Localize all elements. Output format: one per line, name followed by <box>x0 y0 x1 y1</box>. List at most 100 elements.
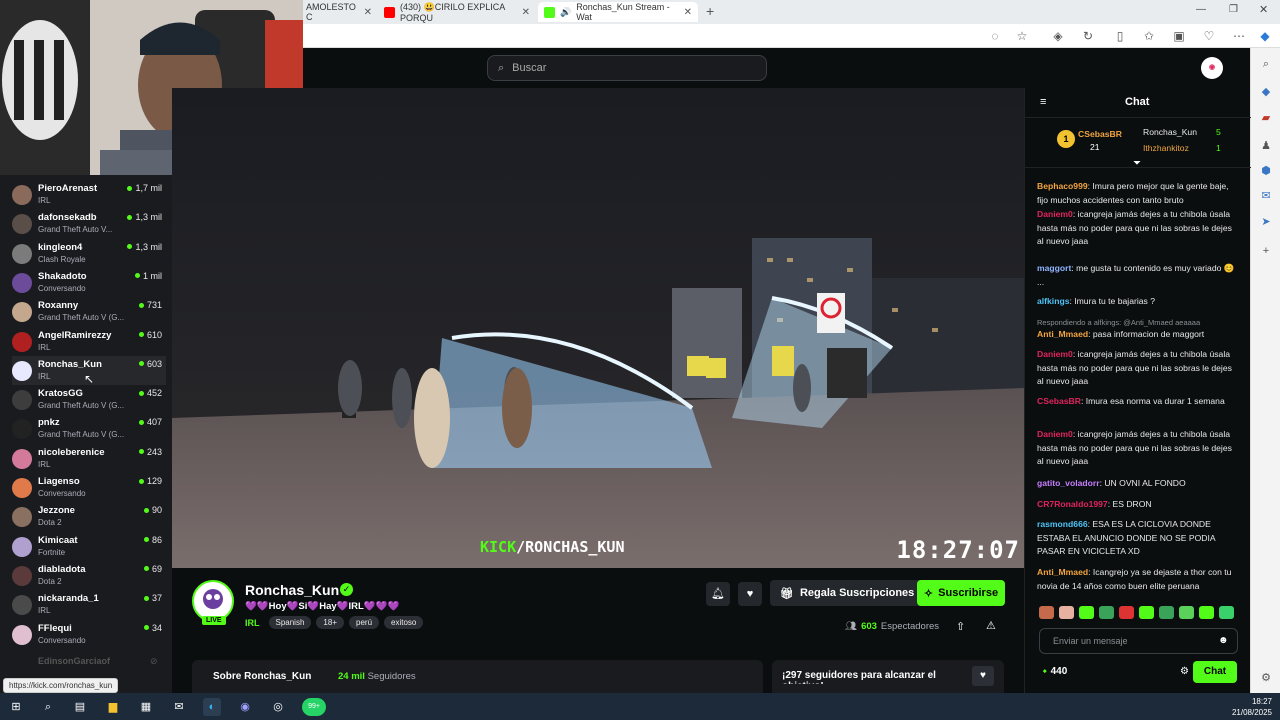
task-view-icon[interactable]: ▤ <box>71 698 89 716</box>
minimize-icon[interactable]: — <box>1196 4 1206 15</box>
chat-username[interactable]: gatito_voladorr <box>1037 478 1100 488</box>
window-close-icon[interactable]: ✕ <box>1259 3 1268 16</box>
sidebar-channel[interactable]: pnkz Grand Theft Auto V (G... 407 <box>12 414 166 443</box>
sidebar-channel[interactable]: nickaranda_1 IRL 37 <box>12 590 166 619</box>
mail-icon[interactable]: ✉ <box>170 698 188 716</box>
follow-button[interactable]: ♥ <box>738 582 762 606</box>
chat-message[interactable]: Daniem0: icangrejo jamás dejes a tu chib… <box>1037 428 1237 469</box>
collapse-icon[interactable]: ⊘ <box>150 656 158 667</box>
chat-username[interactable]: Bephaco999 <box>1037 181 1088 191</box>
chat-username[interactable]: CR7Ronaldo1997 <box>1037 499 1108 509</box>
chat-username[interactable]: maggort <box>1037 263 1071 273</box>
office-icon[interactable]: ⬢ <box>1258 163 1274 179</box>
edge-icon[interactable]: ◐ <box>203 698 221 716</box>
sidebar-channel[interactable]: KratosGG Grand Theft Auto V (G... 452 <box>12 385 166 414</box>
chat-username[interactable]: rasmond666 <box>1037 519 1088 529</box>
sidebar-channel[interactable]: kingleon4 Clash Royale 1,3 mil <box>12 239 166 268</box>
streamer-name[interactable]: Ronchas_Kun <box>245 582 339 598</box>
search-icon[interactable]: ⌕ <box>39 698 57 716</box>
close-icon[interactable]: ✕ <box>684 7 692 18</box>
chat-username[interactable]: Anti_Mmaed <box>1037 567 1088 577</box>
chat-message[interactable]: Daniem0: icangreja jamás dejes a tu chib… <box>1037 348 1237 389</box>
reader-icon[interactable]: ◌ <box>987 28 1003 44</box>
emoji-picker-icon[interactable]: ☻ <box>1218 635 1229 646</box>
browser-essentials-icon[interactable]: ♡ <box>1201 28 1217 44</box>
sidebar-channel[interactable]: Jezzone Dota 2 90 <box>12 502 166 531</box>
emote-icon[interactable] <box>1039 606 1054 619</box>
obs-icon[interactable]: ◎ <box>269 698 287 716</box>
chat-username[interactable]: Daniem0 <box>1037 349 1073 359</box>
chat-username[interactable]: CSebasBR <box>1037 396 1081 406</box>
sidebar-channel[interactable]: Roxanny Grand Theft Auto V (G... 731 <box>12 297 166 326</box>
store-icon[interactable]: ▦ <box>137 698 155 716</box>
emote-icon[interactable] <box>1059 606 1074 619</box>
leader-name[interactable]: Ithzhankitoz <box>1143 143 1189 153</box>
chat-message[interactable]: rasmond666: ESA ES LA CICLOVIA DONDE EST… <box>1037 518 1237 559</box>
outlook-icon[interactable]: ✉ <box>1258 188 1274 204</box>
subscribe-button[interactable]: ✧ Suscribirse <box>917 580 1005 606</box>
tools-icon[interactable]: ▰ <box>1258 110 1274 126</box>
favorite-star-icon[interactable]: ☆ <box>1014 28 1030 44</box>
close-icon[interactable]: ✕ <box>364 7 372 18</box>
goal-heart-icon[interactable]: ♥ <box>972 666 994 686</box>
sidebar-channel[interactable]: Kimicaat Fortnite 86 <box>12 532 166 561</box>
settings-icon[interactable]: ⚙ <box>1258 670 1274 686</box>
sidebar-channel[interactable]: nicoleberenice IRL 243 <box>12 444 166 473</box>
person-icon[interactable]: ♟ <box>1258 138 1274 154</box>
favorites-icon[interactable]: ✩ <box>1141 28 1157 44</box>
sidebar-channel[interactable]: PieroArenast IRL 1,7 mil <box>12 180 166 209</box>
discord-icon[interactable]: ◉ <box>236 698 254 716</box>
channel-name-faded[interactable]: EdinsonGarciaof <box>38 656 110 666</box>
collapse-chat-icon[interactable]: ≡ <box>1040 96 1046 108</box>
report-icon[interactable]: ⚠ <box>986 619 996 632</box>
extension-icon[interactable]: ◈ <box>1050 28 1066 44</box>
chat-message[interactable]: Bephaco999: Imura pero mejor que la gent… <box>1037 180 1237 207</box>
chat-message[interactable]: gatito_voladorr: UN OVNI AL FONDO <box>1037 477 1237 491</box>
system-clock[interactable]: 18:27 21/08/2025 <box>1232 696 1272 718</box>
telegram-icon[interactable]: ➤ <box>1258 214 1274 230</box>
chat-username[interactable]: alfkings <box>1037 296 1069 306</box>
notification-bell-button[interactable]: 🔔︎ <box>706 582 730 606</box>
emote-icon[interactable] <box>1199 606 1214 619</box>
chat-message[interactable]: Daniem0: icangreja jamás dejes a tu chib… <box>1037 208 1237 249</box>
tab-youtube[interactable]: (430) 😃CIRILO EXPLICA PORQU ✕ <box>378 2 536 23</box>
tab-amolesto[interactable]: AMOLESTO C ✕ <box>300 2 378 22</box>
new-tab-button[interactable]: + <box>706 3 714 19</box>
chat-message[interactable]: CSebasBR: Imura esa norma va durar 1 sem… <box>1037 395 1237 409</box>
emote-icon[interactable] <box>1179 606 1194 619</box>
leader-name[interactable]: Ronchas_Kun <box>1143 127 1197 137</box>
video-player[interactable]: KICK/RONCHAS_KUN 18:27:07 <box>172 88 1024 568</box>
chat-message[interactable]: Anti_Mmaed: Icangrejo ya se dejaste a th… <box>1037 566 1237 593</box>
gift-subs-button[interactable]: 🎁︎ Regala Suscripciones <box>770 580 925 606</box>
file-explorer-icon[interactable]: ▆ <box>104 698 122 716</box>
refresh-icon[interactable]: ↻ <box>1080 28 1096 44</box>
channel-points[interactable]: ⬩ 440 <box>1043 666 1067 677</box>
user-avatar[interactable]: ◉ <box>1201 57 1223 79</box>
leader-name[interactable]: CSebasBR <box>1078 129 1122 139</box>
expand-leaderboard-icon[interactable]: ⏷ <box>1133 158 1141 169</box>
chat-username[interactable]: Anti_Mmaed <box>1037 329 1088 339</box>
tag[interactable]: perú <box>349 616 380 629</box>
emote-icon[interactable] <box>1119 606 1134 619</box>
more-icon[interactable]: ⋯ <box>1231 28 1247 44</box>
emote-icon[interactable] <box>1099 606 1114 619</box>
chat-send-button[interactable]: Chat <box>1193 661 1237 683</box>
sidebar-channel[interactable]: AngelRamirezzy IRL 610 <box>12 327 166 356</box>
share-icon[interactable]: ⇧ <box>956 620 965 633</box>
emote-icon[interactable] <box>1139 606 1154 619</box>
sidebar-channel[interactable]: FFlequi Conversando 34 <box>12 620 166 649</box>
chat-message[interactable]: CR7Ronaldo1997: ES DRON <box>1037 498 1237 512</box>
chat-username[interactable]: Daniem0 <box>1037 209 1073 219</box>
chat-message[interactable]: Anti_Mmaed: pasa informacion de maggort <box>1037 328 1237 342</box>
chat-message[interactable]: alfkings: Imura tu te bajarias ? <box>1037 295 1237 309</box>
emote-icon[interactable] <box>1219 606 1234 619</box>
sidebar-channel[interactable]: Shakadoto Conversando 1 mil <box>12 268 166 297</box>
chat-message[interactable]: maggort: me gusta tu contenido es muy va… <box>1037 262 1237 289</box>
copilot-icon[interactable]: ◆ <box>1257 28 1273 44</box>
windows-start-icon[interactable]: ⊞ <box>7 698 25 716</box>
tag[interactable]: Spanish <box>268 616 312 629</box>
maximize-icon[interactable]: ❐ <box>1229 4 1238 15</box>
close-icon[interactable]: ✕ <box>522 7 530 18</box>
collections-icon[interactable]: ▣ <box>1171 28 1187 44</box>
emote-icon[interactable] <box>1079 606 1094 619</box>
